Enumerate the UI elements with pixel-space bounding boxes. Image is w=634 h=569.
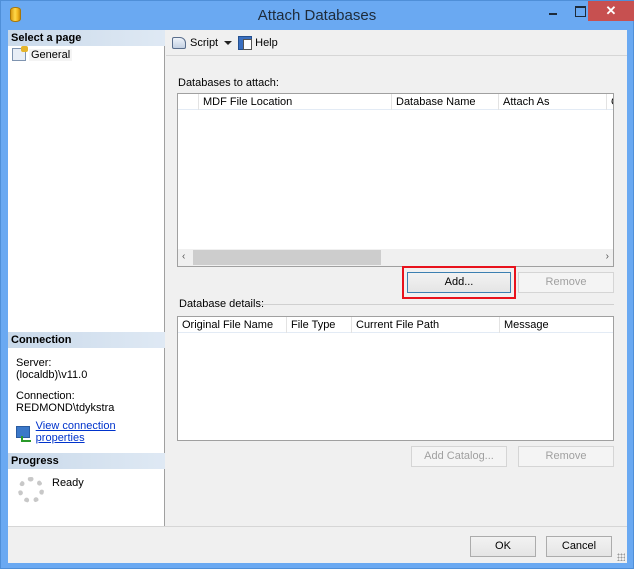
connection-value: REDMOND\tdykstra xyxy=(16,402,115,414)
column-header-file-type[interactable]: File Type xyxy=(287,317,352,333)
remove-database-button[interactable]: Remove xyxy=(518,272,614,293)
script-label: Script xyxy=(190,36,219,49)
attach-databases-window: Attach Databases ✕ Select a page General… xyxy=(0,0,634,569)
connection-label: Connection: xyxy=(16,390,75,402)
view-connection-properties[interactable]: View connection properties xyxy=(16,420,164,444)
column-header-owner[interactable]: O xyxy=(607,94,613,110)
help-label: Help xyxy=(255,36,278,49)
progress-spinner-icon xyxy=(18,477,44,503)
scroll-right-icon[interactable]: › xyxy=(606,251,609,262)
horizontal-scrollbar[interactable]: ‹ › xyxy=(178,249,613,266)
connection-header: Connection xyxy=(8,332,165,348)
view-connection-properties-link[interactable]: View connection properties xyxy=(36,420,164,444)
column-header-original-file-name[interactable]: Original File Name xyxy=(178,317,287,333)
dialog-button-bar: OK Cancel xyxy=(8,526,627,563)
title-bar[interactable]: Attach Databases ✕ xyxy=(1,1,634,30)
window-title: Attach Databases xyxy=(257,7,377,24)
database-details-grid[interactable]: Original File Name File Type Current Fil… xyxy=(177,316,614,441)
left-pane: Select a page General Connection Server:… xyxy=(8,30,165,526)
ok-button[interactable]: OK xyxy=(470,536,536,557)
add-button[interactable]: Add... xyxy=(407,272,511,293)
script-button[interactable]: Script xyxy=(172,36,219,49)
grid-header: MDF File Location Database Name Attach A… xyxy=(178,94,613,110)
column-header-attach-as[interactable]: Attach As xyxy=(499,94,607,110)
page-item-general[interactable]: General xyxy=(12,46,73,62)
group-divider xyxy=(260,304,614,305)
databases-to-attach-grid[interactable]: MDF File Location Database Name Attach A… xyxy=(177,93,614,267)
page-item-label: General xyxy=(29,48,73,61)
scrollbar-thumb[interactable] xyxy=(193,250,381,265)
close-button[interactable]: ✕ xyxy=(588,1,634,21)
right-pane: Script Help Databases to attach: MDF Fil… xyxy=(166,30,627,526)
scroll-left-icon[interactable]: ‹ xyxy=(182,251,185,262)
dialog-client: Select a page General Connection Server:… xyxy=(8,30,627,563)
resize-grip-icon[interactable] xyxy=(617,553,625,561)
database-details-label: Database details: xyxy=(179,298,264,310)
toolbar: Script Help xyxy=(166,30,627,56)
server-label: Server: xyxy=(16,357,52,369)
minimize-button[interactable] xyxy=(540,1,567,21)
column-header-current-file-path[interactable]: Current File Path xyxy=(352,317,500,333)
add-catalog-button[interactable]: Add Catalog... xyxy=(411,446,507,467)
column-header-database-name[interactable]: Database Name xyxy=(392,94,499,110)
help-icon xyxy=(238,35,253,50)
databases-to-attach-label: Databases to attach: xyxy=(178,77,279,89)
connection-properties-icon xyxy=(16,426,31,442)
script-dropdown-arrow-icon[interactable] xyxy=(224,40,233,45)
script-icon xyxy=(172,36,186,49)
progress-header: Progress xyxy=(8,453,165,469)
cancel-button[interactable]: Cancel xyxy=(546,536,612,557)
remove-detail-button[interactable]: Remove xyxy=(518,446,614,467)
server-value: (localdb)\v11.0 xyxy=(16,369,88,381)
select-page-header: Select a page xyxy=(8,30,165,46)
column-header-select[interactable] xyxy=(178,94,199,110)
column-header-mdf-file-location[interactable]: MDF File Location xyxy=(199,94,392,110)
help-button[interactable]: Help xyxy=(238,35,278,50)
progress-status: Ready xyxy=(52,477,84,489)
grid-header: Original File Name File Type Current Fil… xyxy=(178,317,613,333)
column-header-message[interactable]: Message xyxy=(500,317,613,333)
page-general-icon xyxy=(12,46,28,61)
